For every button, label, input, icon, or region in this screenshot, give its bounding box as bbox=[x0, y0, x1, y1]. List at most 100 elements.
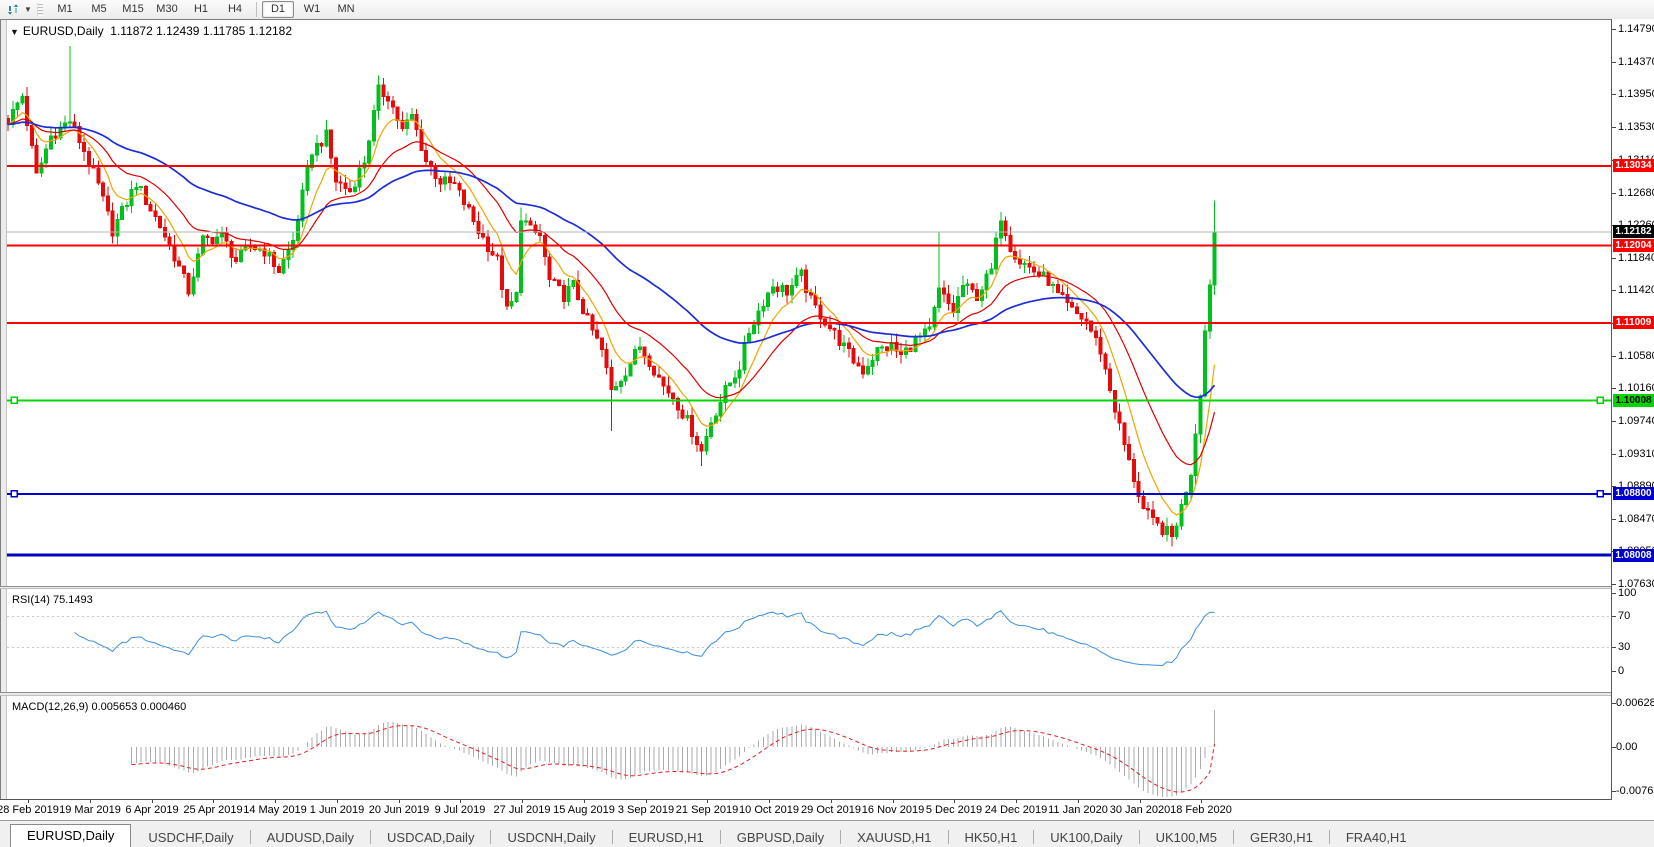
date-axis-label: 1 Jun 2019 bbox=[310, 804, 364, 816]
date-axis[interactable]: 28 Feb 201919 Mar 20196 Apr 201925 Apr 2… bbox=[0, 800, 1654, 820]
toolbar-grip[interactable] bbox=[37, 3, 43, 16]
date-axis-tick bbox=[831, 800, 832, 803]
timeframes-icon[interactable] bbox=[4, 2, 22, 17]
price-level-badge: 1.08008 bbox=[1613, 549, 1654, 562]
chart-title-ohlc: 1.11872 1.12439 1.11785 1.12182 bbox=[110, 24, 292, 38]
date-axis-tick bbox=[213, 800, 214, 803]
date-axis-tick bbox=[1016, 800, 1017, 803]
date-axis-label: 14 May 2019 bbox=[243, 804, 307, 816]
date-axis-tick bbox=[399, 800, 400, 803]
date-axis-tick bbox=[1140, 800, 1141, 803]
price-axis-label: 1.10580 bbox=[1618, 351, 1654, 362]
price-axis[interactable]: 1.147901.143701.139501.135301.131101.126… bbox=[1611, 19, 1654, 800]
chart-title[interactable]: ▼ EURUSD,Daily 1.11872 1.12439 1.11785 1.… bbox=[10, 24, 292, 38]
price-axis-tick bbox=[1612, 127, 1616, 128]
dropdown-caret-icon[interactable]: ▼ bbox=[22, 5, 34, 14]
timeframe-button-d1[interactable]: D1 bbox=[262, 1, 294, 18]
timeframe-button-h4[interactable]: H4 bbox=[219, 1, 251, 18]
rsi-axis-tick bbox=[1612, 593, 1616, 594]
chart-tab-uk100-daily[interactable]: UK100,Daily bbox=[1034, 827, 1138, 847]
chart-tab-fra40-h1[interactable]: FRA40,H1 bbox=[1330, 827, 1423, 847]
collapse-triangle-icon[interactable]: ▼ bbox=[10, 27, 19, 37]
date-axis-label: 30 Jan 2020 bbox=[1110, 804, 1171, 816]
date-axis-label: 11 Jan 2020 bbox=[1048, 804, 1108, 816]
timeframe-button-mn[interactable]: MN bbox=[330, 1, 362, 18]
timeframe-button-m30[interactable]: M30 bbox=[151, 1, 183, 18]
date-axis-tick bbox=[584, 800, 585, 803]
date-axis-tick bbox=[1078, 800, 1079, 803]
date-axis-tick bbox=[646, 800, 647, 803]
rsi-axis-label: 30 bbox=[1618, 642, 1630, 653]
price-axis-tick bbox=[1612, 388, 1616, 389]
price-axis-tick bbox=[1612, 258, 1616, 259]
date-axis-tick bbox=[152, 800, 153, 803]
timeframe-button-m1[interactable]: M1 bbox=[49, 1, 81, 18]
chart-tab-xauusd-h1[interactable]: XAUUSD,H1 bbox=[841, 827, 947, 847]
chart-tabs-bar: EURUSD,DailyUSDCHF,DailyAUDUSD,DailyUSDC… bbox=[0, 820, 1654, 847]
price-axis-tick bbox=[1612, 421, 1616, 422]
rsi-axis-tick bbox=[1612, 671, 1616, 672]
rsi-axis-label: 0 bbox=[1618, 666, 1624, 677]
price-level-badge: 1.13034 bbox=[1613, 159, 1654, 172]
timeframe-button-h1[interactable]: H1 bbox=[185, 1, 217, 18]
macd-axis-label: 0.00 bbox=[1616, 742, 1637, 753]
price-axis-label: 1.14790 bbox=[1618, 24, 1654, 35]
timeframe-button-m15[interactable]: M15 bbox=[117, 1, 149, 18]
price-axis-tick bbox=[1612, 62, 1616, 63]
date-axis-label: 3 Sep 2019 bbox=[618, 804, 674, 816]
price-axis-label: 1.13950 bbox=[1618, 89, 1654, 100]
date-axis-label: 5 Dec 2019 bbox=[926, 804, 982, 816]
price-axis-label: 1.11840 bbox=[1618, 253, 1654, 264]
date-axis-label: 15 Aug 2019 bbox=[553, 804, 615, 816]
rsi-indicator-label: RSI(14) 75.1493 bbox=[12, 594, 93, 606]
price-axis-tick bbox=[1612, 356, 1616, 357]
price-axis-tick bbox=[1612, 454, 1616, 455]
date-axis-label: 27 Jul 2019 bbox=[494, 804, 551, 816]
rsi-axis-label: 100 bbox=[1618, 588, 1636, 599]
rsi-panel[interactable] bbox=[7, 589, 1611, 692]
date-axis-label: 25 Apr 2019 bbox=[183, 804, 242, 816]
main-price-chart[interactable] bbox=[7, 21, 1611, 586]
chart-tab-usdcad-daily[interactable]: USDCAD,Daily bbox=[371, 827, 490, 847]
date-axis-tick bbox=[893, 800, 894, 803]
date-axis-label: 29 Oct 2019 bbox=[801, 804, 861, 816]
date-axis-label: 21 Sep 2019 bbox=[676, 804, 738, 816]
price-axis-tick bbox=[1612, 193, 1616, 194]
timeframe-button-w1[interactable]: W1 bbox=[296, 1, 328, 18]
date-axis-tick bbox=[28, 800, 29, 803]
price-axis-label: 1.13530 bbox=[1618, 122, 1654, 133]
chart-tab-gbpusd-daily[interactable]: GBPUSD,Daily bbox=[721, 827, 840, 847]
price-axis-tick bbox=[1612, 29, 1616, 30]
date-axis-tick bbox=[1201, 800, 1202, 803]
chart-tab-usdcnh-daily[interactable]: USDCNH,Daily bbox=[491, 827, 611, 847]
chart-title-symbol: EURUSD,Daily bbox=[23, 24, 104, 38]
chart-tab-hk50-h1[interactable]: HK50,H1 bbox=[949, 827, 1034, 847]
macd-axis-label: 0.006287 bbox=[1616, 698, 1654, 709]
price-axis-tick bbox=[1612, 94, 1616, 95]
toolbar-separator bbox=[256, 2, 257, 17]
date-axis-tick bbox=[275, 800, 276, 803]
date-axis-tick bbox=[707, 800, 708, 803]
price-level-badge: 1.11009 bbox=[1613, 316, 1654, 329]
price-axis-label: 1.10160 bbox=[1618, 383, 1654, 394]
chart-tab-audusd-daily[interactable]: AUDUSD,Daily bbox=[251, 827, 370, 847]
chart-tab-eurusd-daily[interactable]: EURUSD,Daily bbox=[10, 824, 131, 847]
chart-tab-eurusd-h1[interactable]: EURUSD,H1 bbox=[613, 827, 720, 847]
price-level-badge: 1.10008 bbox=[1613, 394, 1654, 407]
price-axis-label: 1.11420 bbox=[1618, 285, 1654, 296]
timeframe-button-m5[interactable]: M5 bbox=[83, 1, 115, 18]
date-axis-tick bbox=[954, 800, 955, 803]
mt4-window: ▼ M1M5M15M30H1H4 D1W1MN ▼ EURUSD,Daily 1.1… bbox=[0, 0, 1654, 847]
chart-tab-uk100-m5[interactable]: UK100,M5 bbox=[1140, 827, 1233, 847]
price-axis-label: 1.14370 bbox=[1618, 57, 1654, 68]
date-axis-label: 19 Mar 2019 bbox=[59, 804, 121, 816]
timeframe-buttons: M1M5M15M30H1H4 D1W1MN bbox=[48, 0, 363, 19]
date-axis-tick bbox=[90, 800, 91, 803]
rsi-axis-tick bbox=[1612, 616, 1616, 617]
price-axis-label: 1.09740 bbox=[1618, 416, 1654, 427]
chart-tab-ger30-h1[interactable]: GER30,H1 bbox=[1234, 827, 1329, 847]
macd-panel[interactable] bbox=[7, 696, 1611, 799]
date-axis-label: 24 Dec 2019 bbox=[985, 804, 1047, 816]
chart-tab-usdchf-daily[interactable]: USDCHF,Daily bbox=[132, 827, 249, 847]
tab-strip-grip bbox=[0, 828, 10, 847]
